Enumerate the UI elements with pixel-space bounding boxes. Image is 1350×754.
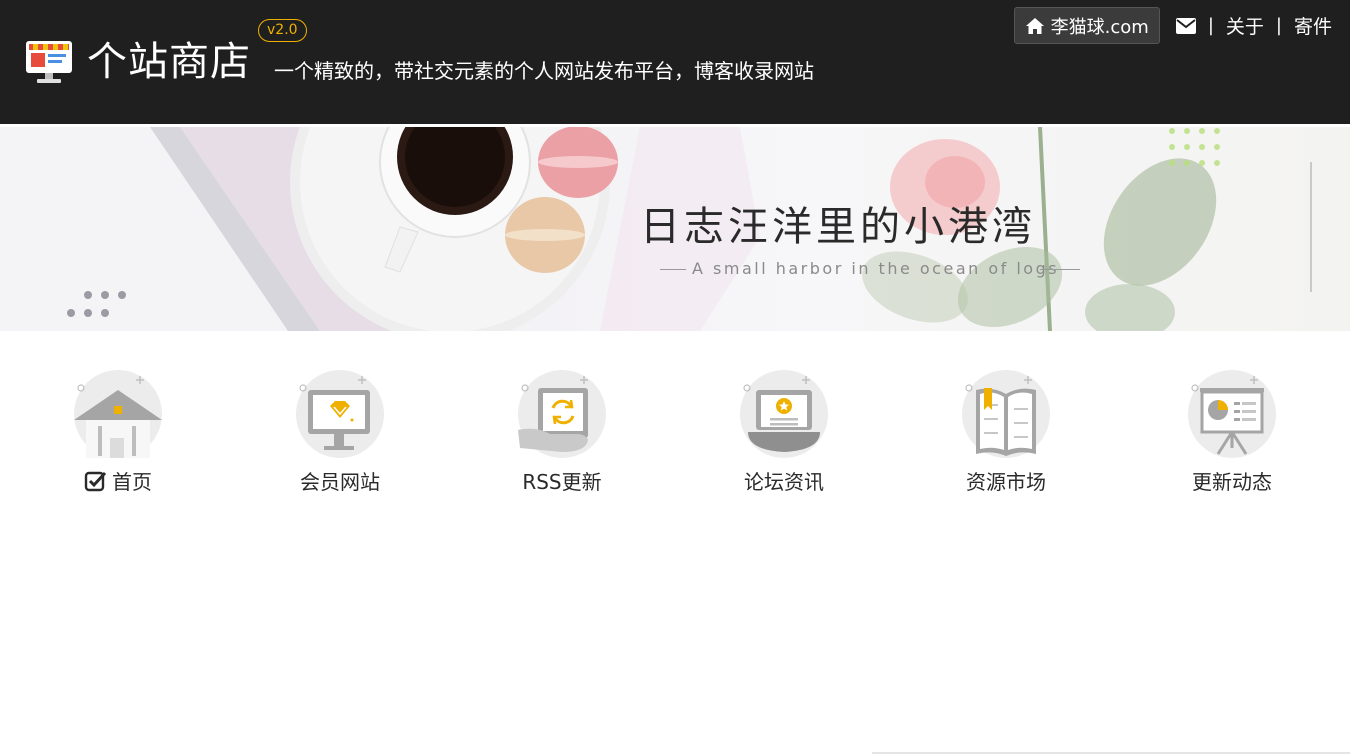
open-book-icon: [962, 370, 1050, 458]
category-member-sites[interactable]: 会员网站: [240, 360, 440, 500]
version-badge: v2.0: [258, 19, 307, 42]
monitor-diamond-icon: [296, 370, 384, 458]
top-nav: 李猫球.com | 关于 | 寄件: [1013, 7, 1332, 44]
category-nav: 首页 会员网站 RSS更新 论坛资讯 资源市场 更新动态: [0, 360, 1350, 510]
submit-link[interactable]: 寄件: [1294, 12, 1332, 39]
checkbox-checked-icon: [84, 471, 106, 492]
category-home-label: 首页: [112, 470, 152, 494]
banner-divider: [1040, 269, 1080, 270]
category-resources[interactable]: 资源市场: [906, 360, 1106, 500]
nav-separator: |: [1207, 15, 1214, 36]
category-rss[interactable]: RSS更新: [462, 360, 662, 500]
monitor-shop-icon[interactable]: [25, 38, 73, 84]
site-title[interactable]: 个站商店: [87, 36, 251, 88]
site-header: 个站商店 v2.0 一个精致的，带社交元素的个人网站发布平台，博客收录网站 李猫…: [0, 0, 1350, 124]
laptop-star-icon: [740, 370, 828, 458]
category-updates-label: 更新动态: [1192, 470, 1272, 494]
banner-title: 日志汪洋里的小港湾: [640, 204, 1036, 250]
category-label: 首页: [18, 468, 218, 496]
banner-divider: [660, 269, 686, 270]
home-link-button[interactable]: 李猫球.com: [1013, 7, 1160, 44]
home-link-label: 李猫球.com: [1050, 16, 1149, 38]
nav-separator: |: [1275, 15, 1282, 36]
about-link[interactable]: 关于: [1226, 12, 1264, 39]
house-icon: [74, 370, 162, 458]
site-slogan: 一个精致的，带社交元素的个人网站发布平台，博客收录网站: [274, 59, 814, 83]
hero-banner: 日志汪洋里的小港湾 A small harbor in the ocean of…: [0, 127, 1350, 331]
tablet-refresh-icon: [518, 370, 606, 458]
banner-subtitle: A small harbor in the ocean of logs: [692, 259, 1060, 278]
category-rss-label: RSS更新: [522, 470, 602, 494]
category-member-sites-label: 会员网站: [300, 470, 380, 494]
category-updates[interactable]: 更新动态: [1132, 360, 1332, 500]
category-home[interactable]: 首页: [18, 360, 218, 500]
category-resources-label: 资源市场: [966, 470, 1046, 494]
category-forum-label: 论坛资讯: [744, 470, 824, 494]
category-forum[interactable]: 论坛资讯: [684, 360, 884, 500]
home-icon: [1025, 17, 1044, 34]
presentation-board-icon: [1188, 370, 1276, 458]
mail-icon[interactable]: [1175, 17, 1196, 34]
